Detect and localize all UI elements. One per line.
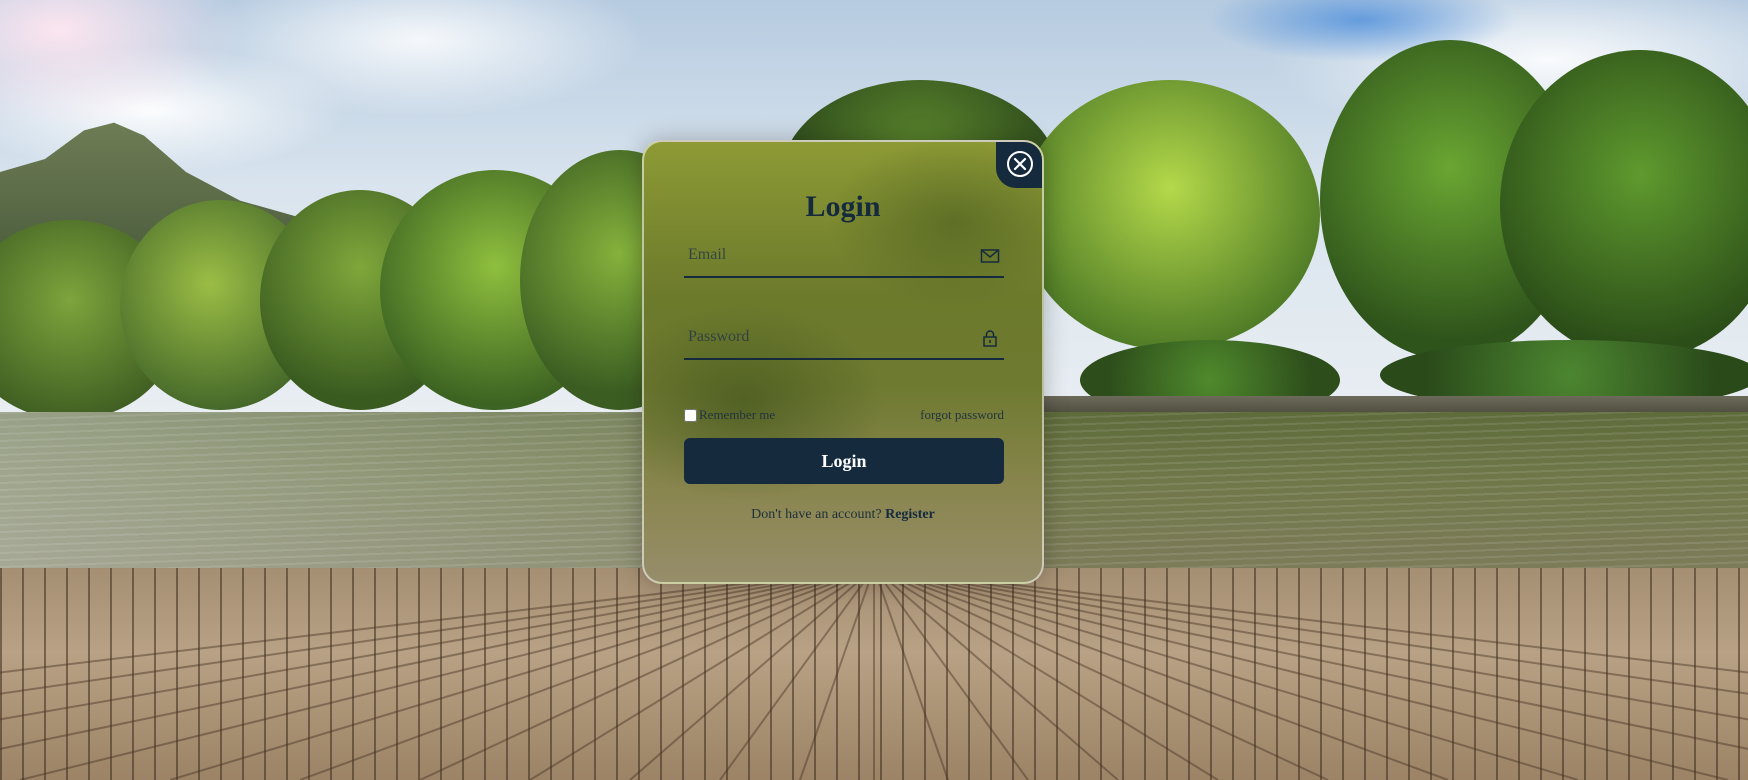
options-row: Remember me forgot password: [684, 406, 1004, 424]
login-card: Login Remember me forgot password Login …: [642, 140, 1044, 584]
register-prompt: Don't have an account?: [751, 507, 886, 522]
close-icon: [1007, 151, 1033, 177]
remember-me-checkbox[interactable]: [684, 408, 697, 422]
password-field-wrapper: [684, 316, 1004, 360]
close-button[interactable]: [996, 142, 1042, 188]
tree: [1020, 80, 1320, 350]
login-button[interactable]: Login: [684, 438, 1004, 484]
remember-me[interactable]: Remember me: [684, 407, 775, 423]
deck-planks: [0, 568, 1748, 780]
remember-me-label: Remember me: [699, 407, 776, 422]
login-title: Login: [805, 190, 881, 223]
lock-icon: [983, 330, 997, 347]
mail-icon: [980, 249, 1000, 263]
email-input[interactable]: [684, 234, 1004, 276]
register-link[interactable]: Register: [885, 507, 935, 522]
email-field-wrapper: [684, 234, 1004, 278]
register-row: Don't have an account? Register: [644, 507, 1042, 523]
password-input[interactable]: [684, 316, 1004, 358]
forgot-password-link[interactable]: forgot password: [920, 407, 1004, 423]
